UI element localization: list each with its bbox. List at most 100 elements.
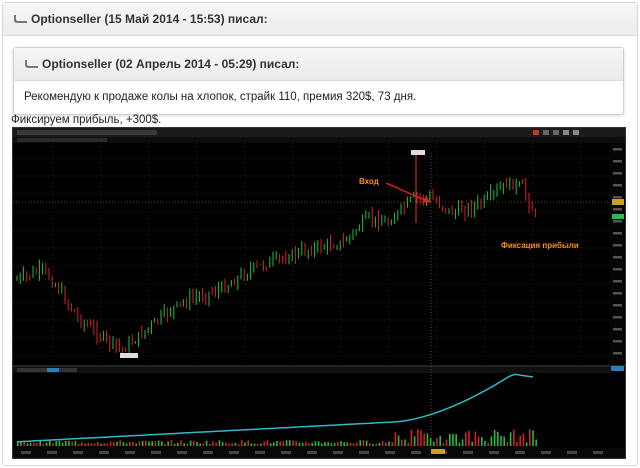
volume-bar	[212, 441, 214, 446]
volume-bar	[305, 441, 307, 446]
volume-bar	[378, 442, 381, 446]
volume-bar	[394, 432, 397, 446]
volume-bar	[301, 442, 304, 446]
volume-bar	[36, 443, 38, 446]
volume-bar	[45, 442, 48, 446]
volume-bar	[33, 442, 35, 446]
volume-bar	[49, 440, 51, 446]
volume-bar	[449, 433, 451, 446]
quote-icon	[14, 15, 27, 23]
volume-bar	[228, 443, 230, 446]
volume-bar	[513, 429, 515, 446]
volume-bar	[145, 440, 147, 446]
volume-bar	[173, 443, 176, 446]
volume-bar	[314, 441, 317, 446]
volume-bar	[298, 442, 301, 446]
volume-bar	[289, 440, 291, 446]
volume-bar	[381, 440, 384, 446]
volume-bar	[253, 443, 256, 446]
volume-bar	[426, 433, 429, 446]
price-marker	[612, 214, 624, 219]
volume-bar	[106, 443, 109, 446]
volume-bar	[465, 432, 467, 446]
volume-bar	[279, 441, 281, 446]
volume-bar	[474, 431, 477, 446]
volume-bar	[113, 441, 115, 446]
volume-bar	[439, 435, 441, 446]
volume-bar	[388, 441, 390, 446]
volume-bar	[471, 441, 473, 446]
volume-bar	[404, 439, 406, 446]
volume-bar	[458, 442, 461, 446]
volume-bar	[151, 440, 153, 446]
volume-bar	[74, 440, 77, 446]
volume-bar	[516, 442, 518, 446]
volume-bar	[81, 442, 83, 446]
volume-bar	[55, 441, 57, 446]
volume-bar	[333, 442, 336, 446]
volume-bar	[87, 442, 89, 446]
volume-bar	[71, 441, 73, 446]
volume-bar	[84, 443, 86, 446]
low-price-label	[120, 353, 138, 358]
volume-bar	[321, 443, 323, 446]
entry-arrow	[385, 182, 428, 202]
volume-bar	[26, 443, 29, 446]
inner-quote-author: Optionseller (02 Апрель 2014 - 05:29) пи…	[42, 57, 300, 71]
volume-bar	[506, 441, 509, 446]
volume-marker	[611, 366, 624, 371]
volume-bar	[161, 441, 163, 446]
volume-bar	[532, 430, 534, 446]
volume-bar	[42, 443, 45, 446]
volume-bar	[186, 443, 189, 446]
volume-bar	[330, 443, 333, 446]
volume-bar	[221, 441, 224, 446]
inner-quote-header: Optionseller (02 Апрель 2014 - 05:29) пи…	[14, 48, 623, 81]
volume-bar	[209, 443, 211, 446]
volume-bar	[103, 443, 105, 446]
volume-bar	[410, 429, 413, 446]
volume-bar	[260, 443, 262, 446]
volume-bar	[231, 443, 233, 446]
volume-bar	[180, 440, 182, 446]
volume-bar	[202, 443, 205, 446]
chart-toolbar-icon	[543, 130, 549, 135]
volume-bar	[129, 441, 131, 446]
date-marker	[431, 449, 445, 454]
inner-quote-block: Optionseller (02 Апрель 2014 - 05:29) пи…	[13, 47, 624, 115]
volume-bar	[97, 442, 99, 446]
volume-bar	[241, 440, 243, 446]
entry-annotation: Вход	[359, 177, 379, 186]
volume-bar	[445, 439, 448, 446]
volume-bar	[177, 442, 179, 446]
volume-bar	[225, 442, 227, 446]
volume-bar	[138, 441, 141, 446]
volume-bar	[452, 433, 454, 446]
volume-bar	[461, 439, 464, 446]
volume-bar	[490, 436, 493, 446]
volume-bar	[311, 442, 313, 446]
volume-bar	[189, 440, 192, 446]
volume-bar	[234, 442, 237, 446]
outer-quote-header: Optionseller (15 Май 2014 - 15:53) писал…	[3, 3, 637, 36]
volume-bar	[193, 440, 195, 446]
volume-bar	[183, 443, 185, 446]
volume-bar	[276, 440, 278, 446]
volume-bar	[369, 443, 371, 446]
chart-toolbar-icon	[563, 130, 569, 135]
exit-annotation: Фиксация прибыли	[501, 241, 579, 250]
volume-bar	[135, 443, 137, 446]
volume-bar	[324, 441, 326, 446]
volume-bar	[157, 440, 160, 446]
volume-bar	[77, 443, 80, 446]
volume-bar	[401, 439, 403, 446]
volume-bar	[308, 443, 310, 446]
volume-bar	[535, 439, 537, 446]
stock-chart-image: Вход Фиксация прибыли	[12, 127, 626, 459]
volume-bar	[375, 443, 377, 446]
volume-bar	[340, 440, 342, 446]
volume-bar	[372, 443, 374, 446]
volume-bar	[154, 441, 157, 446]
volume-bar	[52, 443, 54, 446]
volume-bar	[391, 442, 393, 446]
